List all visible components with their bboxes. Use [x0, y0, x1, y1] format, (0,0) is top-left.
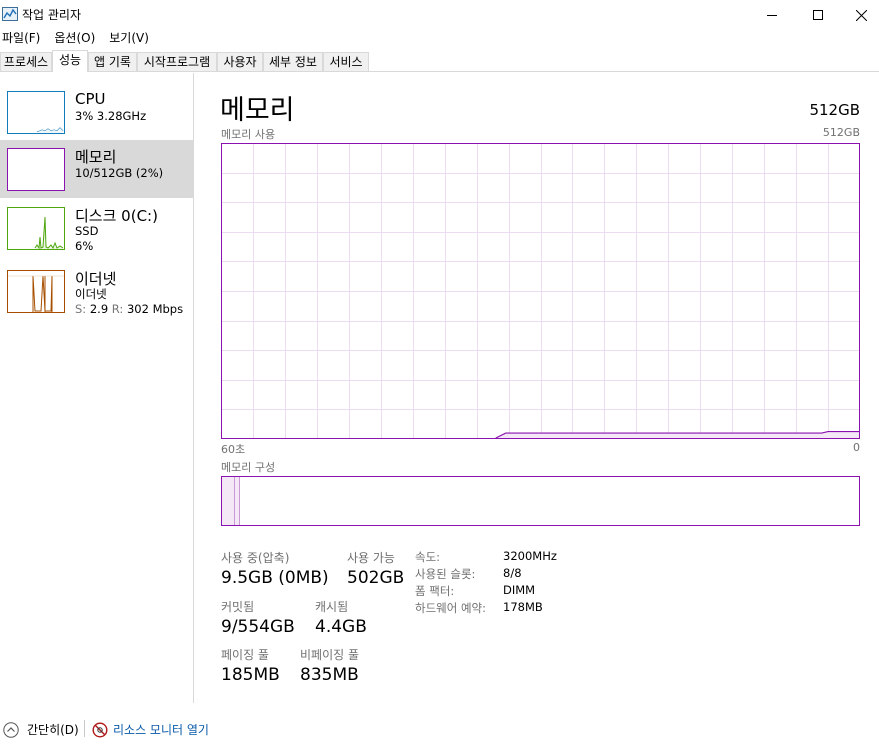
memory-thumbnail-graph [7, 148, 65, 191]
sidebar-item-label: CPU [75, 90, 106, 108]
disk-type-text: SSD [75, 224, 99, 238]
close-icon [855, 9, 867, 21]
paged-pool-label: 페이징 풀 [221, 648, 269, 662]
sidebar-item-memory[interactable]: 메모리 10/512GB (2%) [0, 140, 193, 198]
tab-details[interactable]: 세부 정보 [263, 52, 323, 71]
fewer-details-button[interactable]: 간단히(D) [3, 721, 79, 738]
memory-usage-text: 10/512GB (2%) [75, 166, 164, 180]
tab-bar: 프로세스 성능 앱 기록 시작프로그램 사용자 세부 정보 서비스 [0, 50, 879, 72]
cpu-thumbnail-graph [7, 91, 65, 134]
performance-sidebar: CPU 3% 3.28GHz 메모리 10/512GB (2%) 디스크 0(C… [0, 73, 194, 703]
nonpaged-pool-value: 835MB [300, 665, 359, 685]
minimize-icon [767, 15, 777, 16]
memory-composition-bar [221, 476, 860, 526]
page-title: 메모리 [220, 95, 295, 126]
disk-usage-text: 6% [75, 239, 94, 253]
chevron-up-icon [3, 721, 19, 738]
ethernet-throughput: S: 2.9 R: 302 Mbps [75, 301, 183, 317]
receive-label: R: [111, 302, 124, 316]
sidebar-item-ethernet[interactable]: 이더넷 이더넷 S: 2.9 R: 302 Mbps [0, 266, 193, 324]
slots-used-label: 사용된 슬롯: [415, 567, 476, 581]
send-label: S: [75, 302, 87, 316]
tab-processes[interactable]: 프로세스 [0, 52, 52, 71]
sidebar-item-cpu[interactable]: CPU 3% 3.28GHz [0, 88, 193, 146]
disk-thumbnail-graph [7, 207, 65, 250]
resource-monitor-label: 리소스 모니터 열기 [113, 723, 209, 737]
sidebar-item-label: 메모리 [75, 148, 117, 166]
hardware-reserved-label: 하드웨어 예약: [415, 601, 487, 615]
menu-options[interactable]: 옵션(O) [53, 30, 96, 48]
in-use-label: 사용 중(압축) [221, 551, 290, 565]
maximize-button[interactable] [795, 0, 841, 30]
task-manager-icon [2, 7, 18, 21]
open-resource-monitor-link[interactable]: 리소스 모니터 열기 [92, 721, 209, 738]
ethernet-adapter-text: 이더넷 [75, 287, 107, 301]
menu-file[interactable]: 파일(F) [1, 30, 41, 48]
tab-performance[interactable]: 성능 [52, 50, 88, 72]
title-bar: 작업 관리자 [0, 0, 879, 30]
receive-value: 302 Mbps [126, 302, 184, 316]
memory-usage-graph-label: 메모리 사용 [221, 128, 276, 141]
in-use-value: 9.5GB (0MB) [221, 568, 329, 588]
memory-usage-graph-max: 512GB [822, 126, 860, 139]
composition-modified [234, 477, 235, 525]
speed-value: 3200MHz [503, 549, 557, 563]
committed-value: 9/554GB [221, 617, 295, 637]
memory-usage-graph [221, 143, 860, 439]
cached-value: 4.4GB [315, 617, 367, 637]
window-title: 작업 관리자 [22, 8, 82, 22]
resource-monitor-icon [92, 721, 108, 738]
footer-divider [84, 720, 85, 737]
available-label: 사용 가능 [347, 551, 395, 565]
menu-bar: 파일(F) 옵션(O) 보기(V) [0, 30, 162, 48]
tab-users[interactable]: 사용자 [217, 52, 263, 71]
tab-startup[interactable]: 시작프로그램 [137, 52, 217, 71]
hardware-reserved-value: 178MB [503, 600, 543, 614]
sidebar-item-disk[interactable]: 디스크 0(C:) SSD 6% [0, 203, 193, 261]
available-value: 502GB [347, 568, 405, 588]
memory-total: 512GB [809, 101, 860, 119]
memory-composition-label: 메모리 구성 [221, 461, 276, 474]
send-value: 2.9 [89, 302, 109, 316]
form-factor-value: DIMM [503, 583, 536, 597]
maximize-icon [813, 10, 823, 20]
tab-services[interactable]: 서비스 [323, 52, 369, 71]
speed-label: 속도: [415, 550, 441, 564]
minimize-button[interactable] [749, 0, 795, 30]
ethernet-thumbnail-graph [7, 270, 65, 313]
paged-pool-value: 185MB [221, 665, 280, 685]
graph-time-start: 60초 [221, 443, 246, 456]
form-factor-label: 폼 팩터: [415, 584, 455, 598]
committed-label: 커밋됨 [221, 600, 255, 614]
fewer-details-label: 간단히(D) [27, 723, 79, 737]
menu-view[interactable]: 보기(V) [108, 30, 150, 48]
slots-used-value: 8/8 [503, 566, 522, 580]
footer-bar: 간단히(D) 리소스 모니터 열기 [0, 718, 879, 740]
tab-app-history[interactable]: 앱 기록 [88, 52, 137, 71]
nonpaged-pool-label: 비페이징 풀 [300, 648, 360, 662]
cached-label: 캐시됨 [315, 600, 349, 614]
composition-in-use [222, 477, 240, 525]
close-button[interactable] [838, 0, 879, 30]
cpu-usage-text: 3% 3.28GHz [75, 109, 147, 123]
graph-time-end: 0 [853, 441, 860, 454]
